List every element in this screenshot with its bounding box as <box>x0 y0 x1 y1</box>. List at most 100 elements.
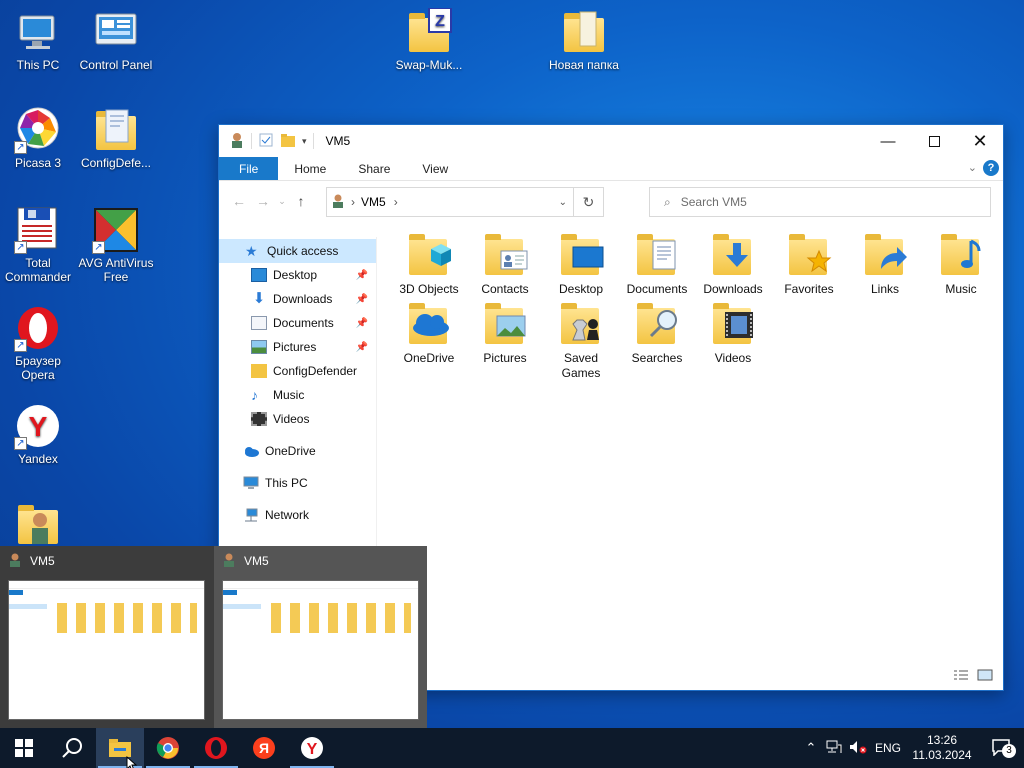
user-folder-icon <box>222 553 236 570</box>
folder-item-downloads[interactable]: Downloads <box>695 229 771 297</box>
desktop-icon-label: Браузер Opera <box>15 354 61 382</box>
desktop-icon-configdefender[interactable]: ConfigDefe... <box>78 106 154 170</box>
nav-desktop[interactable]: Desktop 📌 <box>219 263 376 287</box>
documents-icon <box>251 316 267 330</box>
refresh-button[interactable]: ↻ <box>573 188 603 216</box>
favorites-icon <box>785 229 833 281</box>
mouse-cursor-icon <box>126 756 138 768</box>
network-icon <box>243 508 259 522</box>
maximize-icon <box>928 135 940 147</box>
nav-videos[interactable]: Videos <box>219 407 376 431</box>
desktop-icon-swap-muk[interactable]: Z Swap-Muk... <box>391 8 467 72</box>
folder-item-desktop[interactable]: Desktop <box>543 229 619 297</box>
desktop-folder-icon <box>557 229 605 281</box>
taskbar-thumbnail-preview: VM5 VM5 <box>0 546 427 728</box>
folder-item-3d-objects[interactable]: 3D Objects <box>391 229 467 297</box>
clock[interactable]: 13:26 11.03.2024 <box>906 733 978 763</box>
folder-item-links[interactable]: Links <box>847 229 923 297</box>
up-button[interactable]: ↑ <box>289 193 313 209</box>
expand-ribbon-icon[interactable]: ⌄ <box>968 161 977 174</box>
taskbar-opera[interactable] <box>192 728 240 768</box>
breadcrumb-vm5[interactable]: VM5 <box>361 195 386 209</box>
folder-item-saved-games[interactable]: Saved Games <box>543 298 619 381</box>
properties-icon[interactable] <box>258 132 274 151</box>
search-box[interactable]: ⌕ Search VM5 <box>649 187 991 217</box>
tab-share[interactable]: Share <box>342 157 406 180</box>
search-input[interactable]: Search VM5 <box>681 195 747 209</box>
desktop-icon-avg[interactable]: ↗ AVG AntiVirus Free <box>78 206 154 284</box>
thumbnail-title: VM5 <box>244 554 269 568</box>
desktop-icon-control-panel[interactable]: Control Panel <box>78 8 154 72</box>
maximize-button[interactable] <box>911 125 957 157</box>
desktop-icon-this-pc[interactable]: This PC <box>0 8 76 72</box>
large-icons-view-icon[interactable] <box>977 669 993 684</box>
new-folder-icon[interactable] <box>280 132 296 151</box>
action-center-button[interactable]: 3 <box>978 738 1024 759</box>
nav-configdefender[interactable]: ConfigDefender <box>219 359 376 383</box>
taskbar-yandex[interactable]: Y <box>288 728 336 768</box>
user-folder-icon <box>8 553 22 570</box>
thumbnail-window-2[interactable]: VM5 <box>214 546 427 728</box>
taskbar-chrome[interactable] <box>144 728 192 768</box>
help-icon[interactable]: ? <box>983 160 999 176</box>
this-pc-icon <box>243 476 259 490</box>
folder-item-documents[interactable]: Documents <box>619 229 695 297</box>
desktop-icon-opera[interactable]: ↗ Браузер Opera <box>0 304 76 382</box>
desktop-icon-yandex[interactable]: Y ↗ Yandex <box>0 402 76 466</box>
quick-access-toolbar: ▾ <box>219 132 314 151</box>
start-button[interactable] <box>0 728 48 768</box>
archive-icon: Z <box>405 8 453 56</box>
tab-home[interactable]: Home <box>278 157 342 180</box>
forward-button[interactable]: → <box>251 193 275 209</box>
nav-label: Network <box>265 508 310 522</box>
close-icon: ✕ <box>972 130 988 151</box>
customize-dropdown-icon[interactable]: ▾ <box>302 136 307 147</box>
details-view-icon[interactable] <box>953 669 969 684</box>
nav-network[interactable]: Network <box>219 503 376 527</box>
language-indicator[interactable]: ENG <box>870 741 906 755</box>
desktop-icon-total-commander[interactable]: ↗ Total Commander <box>0 206 76 284</box>
folder-item-music[interactable]: Music <box>923 229 999 297</box>
desktop-icon-picasa[interactable]: ↗ Picasa 3 <box>0 106 76 170</box>
network-status-icon[interactable] <box>822 740 846 757</box>
taskbar-yandex-browser[interactable]: Я <box>240 728 288 768</box>
system-tray: ⌃ ENG 13:26 11.03.2024 3 <box>800 728 1024 768</box>
item-label: Music <box>945 282 977 296</box>
nav-label: OneDrive <box>265 444 316 458</box>
tab-file[interactable]: File <box>219 157 279 180</box>
onedrive-icon <box>405 298 453 350</box>
desktop-icon-new-folder[interactable]: Новая папка <box>546 8 622 72</box>
opera-icon <box>205 737 227 759</box>
folder-item-onedrive[interactable]: OneDrive <box>391 298 467 366</box>
thumbnail-window-1[interactable]: VM5 <box>0 546 213 728</box>
downloads-icon <box>709 229 757 281</box>
back-button[interactable]: ← <box>227 193 251 209</box>
folder-item-contacts[interactable]: Contacts <box>467 229 543 297</box>
notification-count-badge: 3 <box>1002 743 1016 758</box>
folder-item-pictures[interactable]: Pictures <box>467 298 543 366</box>
avg-icon: ↗ <box>92 206 140 254</box>
pin-icon: 📌 <box>355 293 368 305</box>
nav-downloads[interactable]: ⬇ Downloads 📌 <box>219 287 376 311</box>
address-bar[interactable]: › VM5 › ⌄ ↻ <box>326 187 604 217</box>
desktop-icon-user-folder[interactable] <box>14 500 62 550</box>
nav-documents[interactable]: Documents 📌 <box>219 311 376 335</box>
close-button[interactable]: ✕ <box>957 125 1003 157</box>
address-dropdown-icon[interactable]: ⌄ <box>559 197 567 208</box>
folder-item-videos[interactable]: Videos <box>695 298 771 366</box>
nav-this-pc[interactable]: This PC <box>219 471 376 495</box>
minimize-button[interactable]: — <box>865 125 911 157</box>
search-button[interactable] <box>48 728 96 768</box>
folder-item-searches[interactable]: Searches <box>619 298 695 366</box>
show-hidden-icons-icon[interactable]: ⌃ <box>800 740 822 756</box>
nav-music[interactable]: ♪ Music <box>219 383 376 407</box>
nav-quick-access[interactable]: ★ Quick access <box>219 239 376 263</box>
nav-pictures[interactable]: Pictures 📌 <box>219 335 376 359</box>
volume-muted-icon[interactable] <box>846 740 870 757</box>
recent-locations-button[interactable]: ⌄ <box>275 196 289 207</box>
nav-onedrive[interactable]: OneDrive <box>219 439 376 463</box>
item-label: Documents <box>626 282 688 296</box>
folder-item-favorites[interactable]: Favorites <box>771 229 847 297</box>
window-title: VM5 <box>325 134 351 148</box>
tab-view[interactable]: View <box>406 157 464 180</box>
